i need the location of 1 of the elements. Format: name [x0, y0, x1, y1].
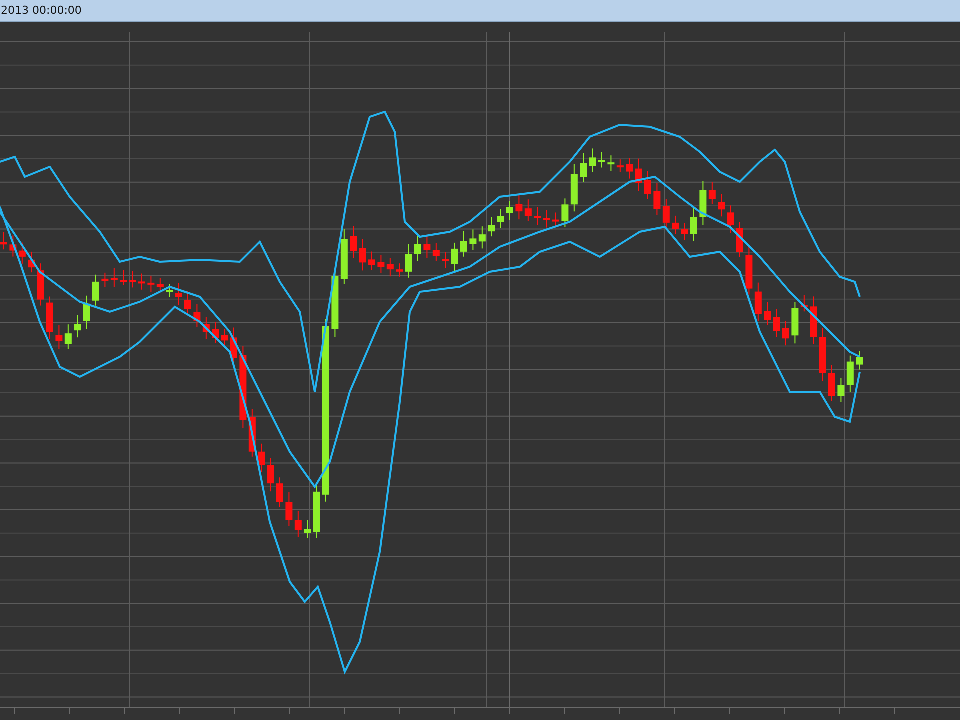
timestamp: 2013 00:00:00: [1, 4, 82, 17]
